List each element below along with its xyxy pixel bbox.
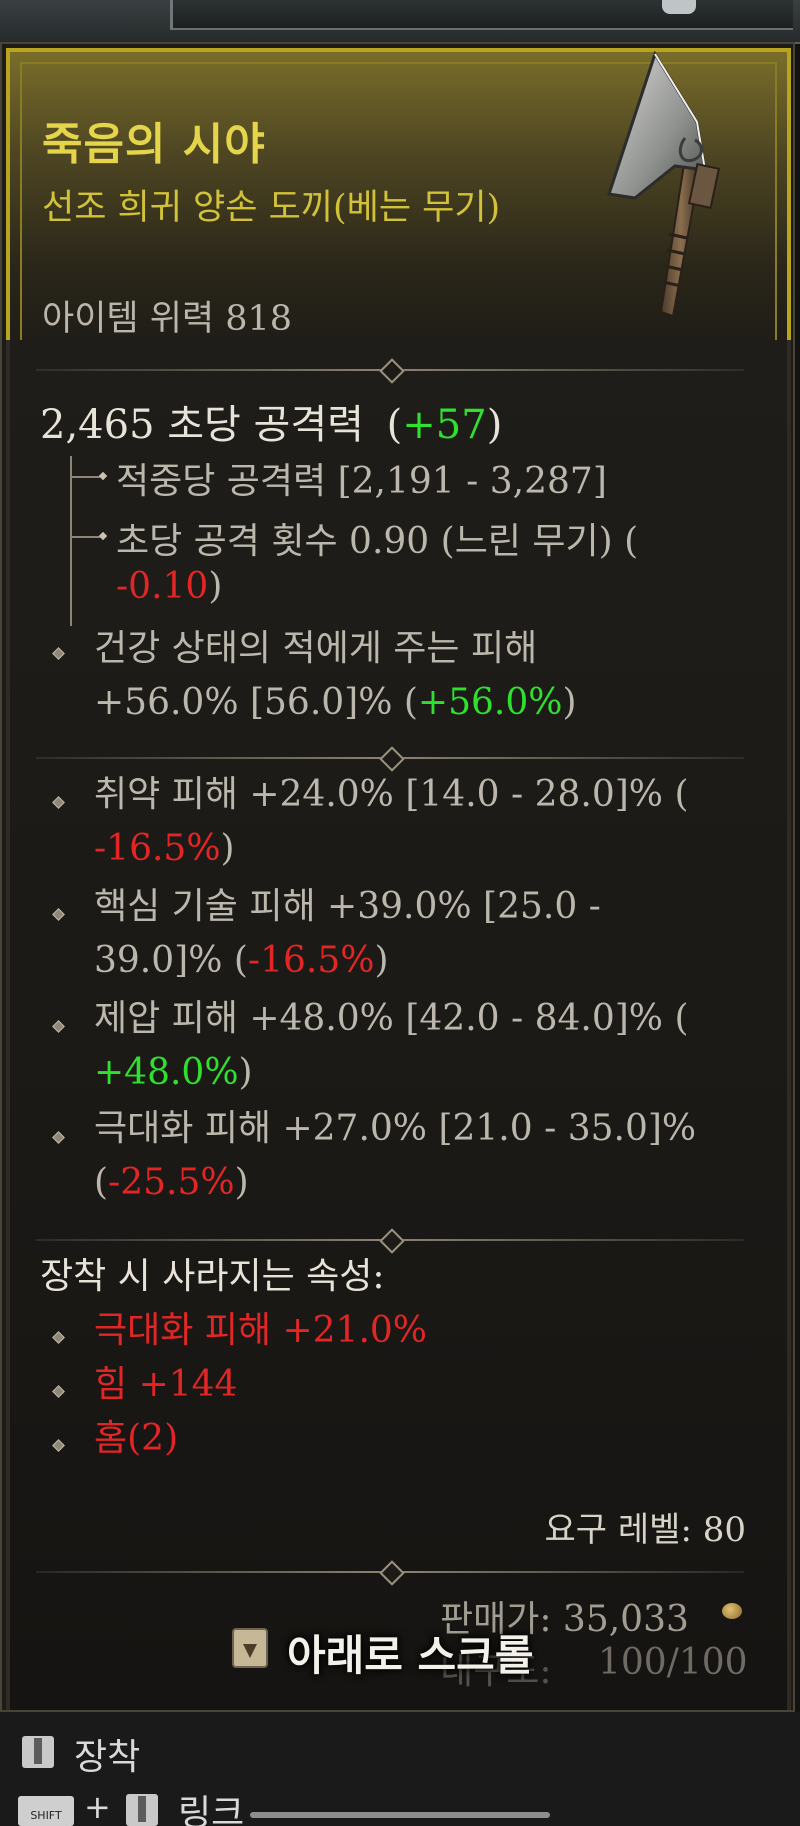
affix-line2: -16.5%) [94,828,235,869]
lost-property: 홈(2) [94,1418,179,1459]
affix-line1: 극대화 피해 +27.0% [21.0 - 35.0]% [94,1108,697,1149]
mouse-button-icon [126,1794,158,1826]
link-action[interactable]: 링크 [178,1784,244,1826]
stat-tree [70,456,112,626]
screen: 죽음의 시야 선조 희귀 양손 도끼(베는 무기) 아이템 위력 818 2,4… [0,0,800,1826]
attacks-per-second-delta: -0.10 [116,566,209,607]
mouse-button-icon [22,1736,54,1768]
lost-property: 극대화 피해 +21.0% [94,1310,428,1351]
durability-value: 100/100 [598,1642,748,1683]
affix-line1: 취약 피해 +24.0% [14.0 - 28.0]% ( [94,774,689,815]
dps-delta: +57 [402,402,487,448]
dps-delta-close: ) [486,402,503,448]
implicit-delta: +56.0% [417,682,563,723]
affix-line2: 39.0]% (-16.5%) [94,940,389,981]
affix-line1: 제압 피해 +48.0% [42.0 - 84.0]% ( [94,998,689,1039]
top-bar-decoration [170,0,793,30]
affix-delta: -16.5% [94,828,221,869]
scrollbar[interactable] [250,1812,550,1818]
dps-delta-open: ( [386,402,403,448]
dps-value: 2,465 초당 공격력 [40,402,364,448]
lost-properties-header: 장착 시 사라지는 속성: [40,1256,385,1297]
lost-property: 힘 +144 [94,1364,238,1405]
item-name: 죽음의 시야 [42,119,266,170]
required-level: 요구 레벨: 80 [544,1510,746,1550]
item-power: 아이템 위력 818 [42,299,293,339]
damage-per-hit: 적중당 공격력 [2,191 - 3,287] [116,461,607,502]
item-type: 선조 희귀 양손 도끼(베는 무기) [42,188,501,228]
equip-action[interactable]: 장착 [74,1728,140,1780]
scroll-hint[interactable]: 아래로 스크롤 [287,1622,533,1683]
implicit-line2: +56.0% [56.0]% (+56.0%) [94,682,577,723]
gold-coin-icon [722,1603,742,1619]
implicit-line1: 건강 상태의 적에게 주는 피해 [94,628,538,669]
separator [36,746,744,772]
affix-delta: +48.0% [94,1052,239,1093]
scroll-down-icon [232,1628,268,1668]
plus-sign: + [84,1788,111,1826]
two-handed-axe-icon [607,50,721,318]
top-bar-tab[interactable] [662,0,696,14]
affix-line2: +48.0%) [94,1052,253,1093]
attacks-per-second-delta-line: -0.10) [116,566,223,607]
top-bar [0,0,800,44]
affix-line1: 핵심 기술 피해 +39.0% [25.0 - [94,886,601,927]
affix-delta: -16.5% [247,940,375,981]
separator [36,358,744,384]
affix-line2: (-25.5%) [94,1162,249,1203]
shift-key-icon: SHIFT [18,1796,74,1826]
affix-delta: -25.5% [108,1162,235,1203]
dps-line: 2,465 초당 공격력 (+57) [40,392,502,450]
attacks-per-second: 초당 공격 횟수 0.90 (느린 무기) ( [116,521,639,562]
separator [36,1228,744,1254]
separator [36,1560,744,1586]
